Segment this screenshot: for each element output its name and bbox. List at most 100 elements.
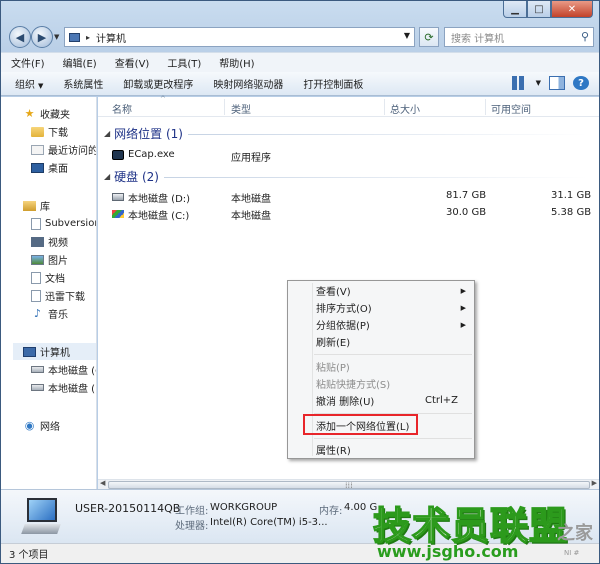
menu-item-group[interactable]: 分组依据(P) ▶ [290,316,472,333]
menu-item-view[interactable]: 查看(V) ▶ [290,282,472,299]
arrow-left-icon: ◀ [15,30,25,44]
column-divider[interactable] [384,99,385,115]
item-name: 本地磁盘 (C:) [128,211,190,222]
list-item-ecap[interactable]: ECap.exe 应用程序 [112,147,592,164]
address-bar[interactable]: ▸ 计算机 ▼ [64,27,415,47]
maximize-button[interactable]: □ [527,1,551,18]
menu-separator [314,354,472,355]
menu-shortcut: Ctrl+Z [424,395,458,406]
submenu-arrow-icon: ▶ [460,320,466,329]
nav-documents[interactable]: 文档 [31,269,65,286]
submenu-arrow-icon: ▶ [460,303,466,312]
menu-item-properties[interactable]: 属性(R) [290,441,472,458]
arrow-right-icon: ▶ [37,30,47,44]
help-icon[interactable]: ? [573,76,589,90]
cpu-label: 处理器: [175,521,209,532]
minimize-button[interactable]: ▁ [503,1,527,18]
item-free-space: 31.1 GB [551,190,592,201]
nav-subversion[interactable]: Subversion [31,215,96,232]
back-button[interactable]: ◀ [9,26,31,48]
menu-item-refresh[interactable]: 刷新(E) [290,333,472,350]
column-divider[interactable] [485,99,486,115]
nav-label: 桌面 [48,164,68,175]
column-total-size[interactable]: 总大小 [390,101,420,116]
menu-item-undo-delete[interactable]: 撤消 删除(U) Ctrl+Z [290,392,472,409]
menu-help[interactable]: 帮助(H) [219,55,254,70]
scroll-thumb[interactable]: ⁞⁞⁞ [108,481,590,490]
star-icon: ★ [24,107,35,120]
nav-recent[interactable]: 最近访问的 [31,141,96,158]
open-control-panel-button[interactable]: 打开控制面板 [303,76,363,91]
preview-pane-icon[interactable] [549,76,565,90]
nav-label: 文档 [45,274,65,285]
nav-label: 迅雷下载 [45,292,85,303]
sort-arrow-icon: ^ [160,95,166,103]
group-divider [188,134,588,135]
application-icon [112,150,124,160]
menu-separator [314,438,472,439]
chevron-down-icon[interactable]: ▼ [404,31,410,40]
breadcrumb-computer[interactable]: 计算机 [96,30,126,45]
close-button[interactable]: ✕ [551,1,593,18]
change-view-icon[interactable] [511,76,528,90]
column-divider[interactable] [224,99,225,115]
item-name: 本地磁盘 (D:) [128,194,191,205]
menu-file[interactable]: 文件(F) [11,55,45,70]
system-properties-button[interactable]: 系统属性 [63,76,103,91]
nav-network[interactable]: ◉ 网络 [23,417,60,434]
item-free-space: 5.38 GB [551,207,592,218]
search-placeholder: 搜索 计算机 [451,33,505,45]
item-total-size: 81.7 GB [446,190,487,201]
list-item-drive-c[interactable]: 本地磁盘 (C:) 本地磁盘 30.0 GB 5.38 GB [112,205,592,222]
chevron-down-icon[interactable]: ▼ [536,79,541,87]
forward-button[interactable]: ▶ [31,26,53,48]
menu-label: 分组依据(P) [316,321,370,332]
menu-label: 粘贴(P) [316,363,350,374]
refresh-icon: ⟳ [424,30,434,44]
map-network-drive-button[interactable]: 映射网络驱动器 [213,76,283,91]
menu-label: 撤消 删除(U) [316,397,375,408]
scroll-right-icon[interactable]: ▶ [592,479,597,487]
nav-libraries[interactable]: 库 [23,197,50,214]
horizontal-scrollbar[interactable]: ◀ ⁞⁞⁞ ▶ [98,479,599,490]
breadcrumb-arrow[interactable]: ▸ [86,33,90,42]
nav-favorites[interactable]: ★ 收藏夹 [23,105,70,122]
group-network-locations[interactable]: ◢ 网络位置 (1) [104,125,183,142]
scroll-left-icon[interactable]: ◀ [100,479,105,487]
group-label: 硬盘 (2) [114,170,159,184]
refresh-button[interactable]: ⟳ [419,27,439,47]
nav-videos[interactable]: 视频 [31,233,68,250]
nav-music[interactable]: ♪ 音乐 [31,305,68,322]
nav-desktop[interactable]: 桌面 [31,159,68,176]
menu-label: 属性(R) [316,446,351,457]
recent-pages-dropdown[interactable]: ▼ [54,33,59,41]
nav-computer[interactable]: 计算机 [13,343,96,360]
menu-tools[interactable]: 工具(T) [167,55,201,70]
picture-icon [31,254,44,265]
organize-button[interactable]: 组织 ▼ [15,76,43,91]
uninstall-program-button[interactable]: 卸载或更改程序 [123,76,193,91]
nav-label: 收藏夹 [40,110,70,121]
item-type: 本地磁盘 [231,211,271,222]
nav-downloads[interactable]: 下载 [31,123,68,140]
menu-view[interactable]: 查看(V) [115,55,150,70]
collapse-arrow-icon: ◢ [104,129,111,138]
group-divider [164,177,588,178]
nav-label: 图片 [48,256,68,267]
navigation-pane: ★ 收藏夹 下载 最近访问的 桌面 库 Subversion 视频 图片 文档 迅… [1,97,97,489]
nav-thunder-downloads[interactable]: 迅雷下载 [31,287,85,304]
nav-drive-c[interactable]: 本地磁盘 (C [31,361,96,378]
menu-label: 刷新(E) [316,338,351,349]
list-item-drive-d[interactable]: 本地磁盘 (D:) 本地磁盘 81.7 GB 31.1 GB [112,188,592,205]
nav-label: 音乐 [48,310,68,321]
column-free-space[interactable]: 可用空间 [491,101,531,116]
column-type[interactable]: 类型 [231,101,251,116]
menu-item-sort[interactable]: 排序方式(O) ▶ [290,299,472,316]
nav-drive-d[interactable]: 本地磁盘 (D [31,379,96,396]
group-hard-disks[interactable]: ◢ 硬盘 (2) [104,168,159,185]
menu-edit[interactable]: 编辑(E) [63,55,97,70]
nav-pictures[interactable]: 图片 [31,251,68,268]
computer-name: USER-20150114QB [75,502,181,515]
column-name[interactable]: 名称 [112,101,132,116]
search-input[interactable]: 搜索 计算机 ⚲ [444,27,594,47]
